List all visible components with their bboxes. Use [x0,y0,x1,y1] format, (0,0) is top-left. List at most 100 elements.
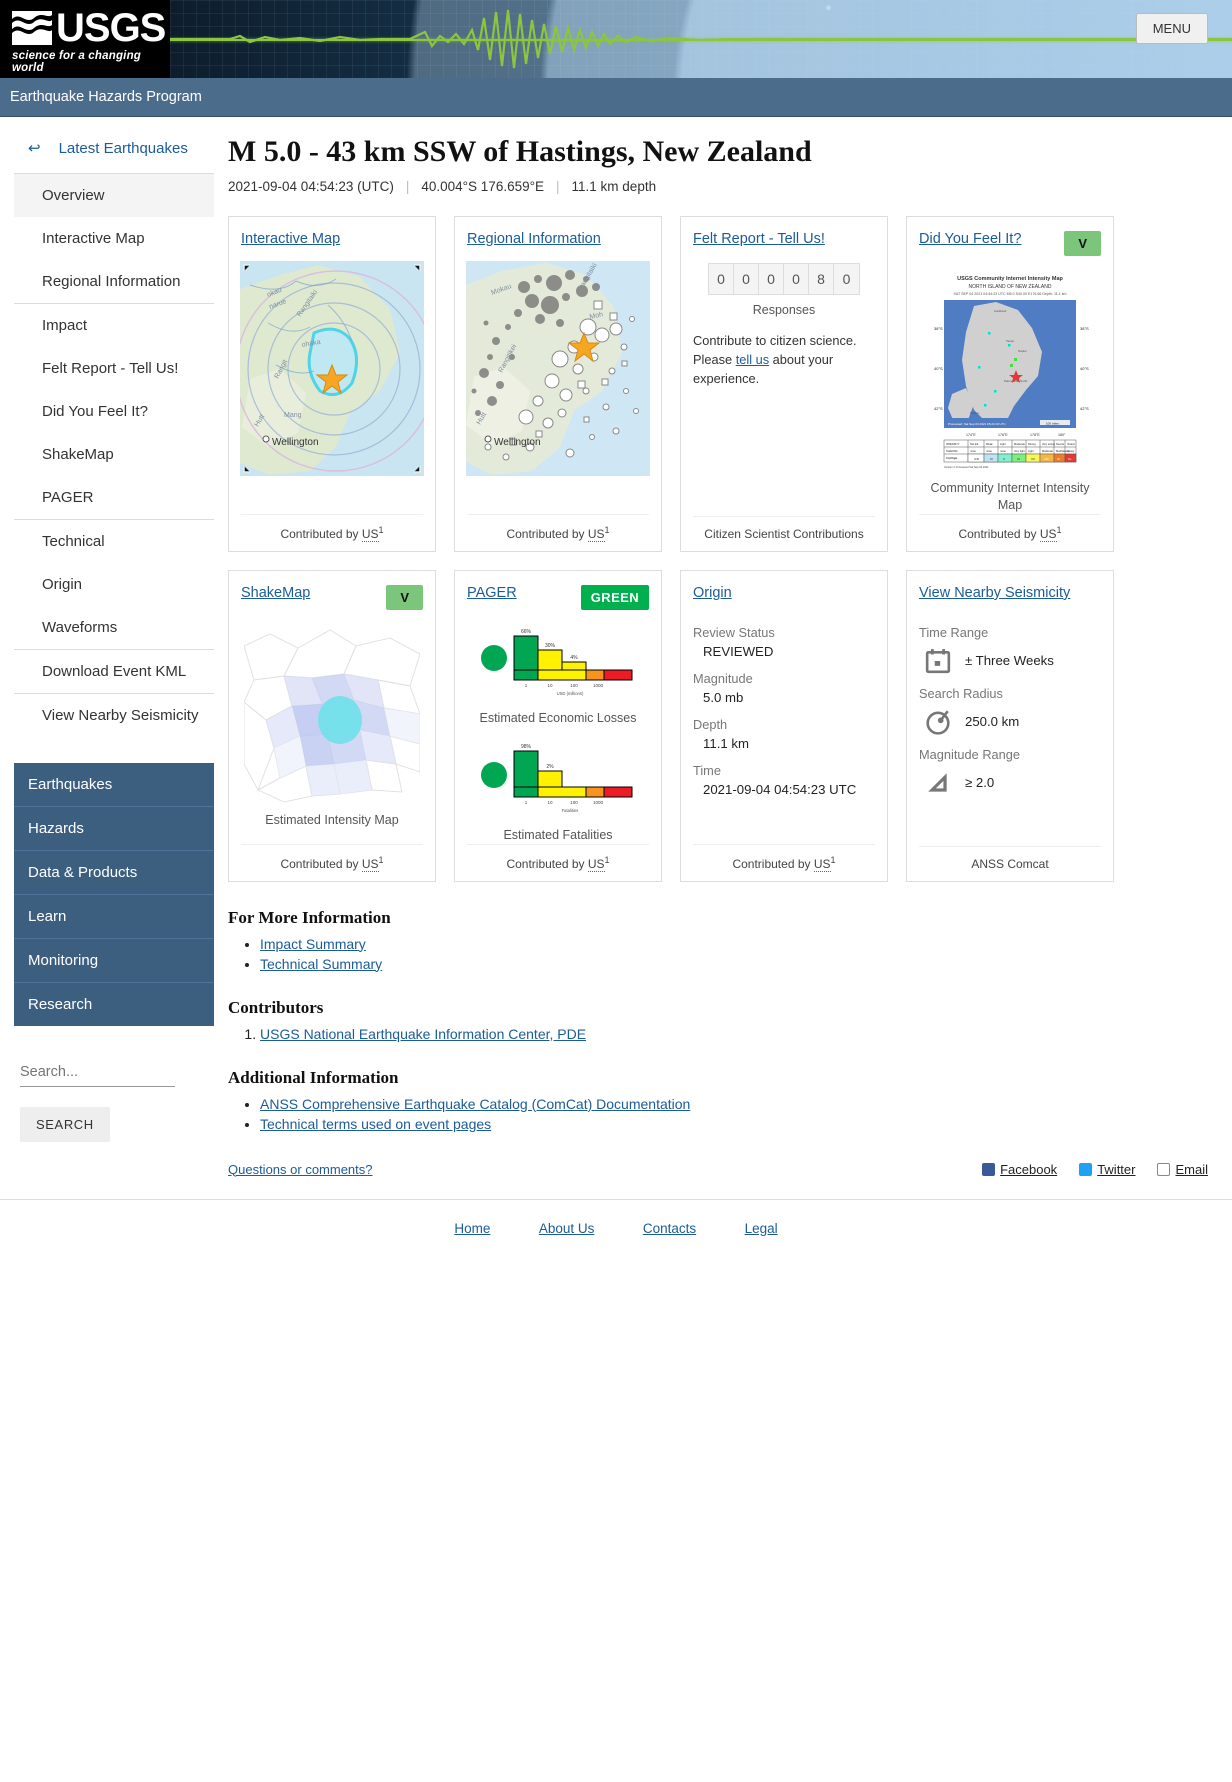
svg-text:98%: 98% [521,744,532,750]
footer-source[interactable]: US [588,857,605,872]
dyfi-map-thumbnail[interactable]: USGS Community Internet Intensity Map NO… [922,270,1098,470]
technical-terms-link[interactable]: Technical terms used on event pages [260,1116,491,1132]
sidebar-item-felt-report[interactable]: Felt Report - Tell Us! [14,347,214,390]
nav-earthquakes[interactable]: Earthquakes [14,763,214,807]
sidebar-item-interactive-map[interactable]: Interactive Map [14,217,214,260]
sidebar-item-did-you-feel-it[interactable]: Did You Feel It? [14,390,214,433]
svg-text:1000: 1000 [593,683,604,688]
sidebar-item-view-nearby-seismicity[interactable]: View Nearby Seismicity [14,694,214,737]
nav-hazards[interactable]: Hazards [14,807,214,851]
menu-button[interactable]: MENU [1136,13,1208,44]
tell-us-link[interactable]: tell us [736,352,769,367]
card-header: Felt Report - Tell Us! [693,231,875,247]
svg-text:100: 100 [570,683,578,688]
card-shakemap[interactable]: ShakeMap V [228,570,436,882]
nav-research[interactable]: Research [14,983,214,1026]
footer-source[interactable]: US [1040,527,1057,542]
more-info-heading: For More Information [228,908,1208,928]
svg-text:VII: VII [1031,457,1035,461]
svg-text:42°S: 42°S [1080,406,1089,411]
footer-source[interactable]: US [814,857,831,872]
card-footer: ANSS Comcat [919,846,1101,871]
card-regional-information[interactable]: Regional Information [454,216,662,552]
card-did-you-feel-it[interactable]: Did You Feel It? V USGS Community Intern… [906,216,1114,552]
svg-text:IV: IV [990,457,993,461]
svg-text:100: 100 [570,800,578,805]
footer-link-home[interactable]: Home [454,1221,490,1236]
sidebar-item-overview[interactable]: Overview [14,174,214,217]
svg-text:38°S: 38°S [1080,326,1089,331]
card-title-link[interactable]: PAGER [467,585,517,601]
card-title-link[interactable]: View Nearby Seismicity [919,585,1070,601]
footer-link-legal[interactable]: Legal [745,1221,778,1236]
footer-link-about-us[interactable]: About Us [539,1221,595,1236]
sidebar-item-pager[interactable]: PAGER [14,476,214,519]
regional-information-thumbnail[interactable]: Wellington Mokau angitaiki Moh Rangitike… [466,261,650,476]
search-button[interactable]: SEARCH [20,1107,110,1142]
card-title-link[interactable]: Did You Feel It? [919,231,1021,247]
twitter-link[interactable]: Twitter [1079,1162,1135,1177]
facebook-link[interactable]: Facebook [982,1162,1057,1177]
card-pager[interactable]: PAGER GREEN 66% 30% 4% [454,570,662,882]
card-title-link[interactable]: ShakeMap [241,585,310,601]
card-title-link[interactable]: Felt Report - Tell Us! [693,231,825,247]
search-input[interactable] [20,1060,175,1087]
sidebar-item-download-event-kml[interactable]: Download Event KML [14,650,214,693]
footer-source[interactable]: US [362,527,379,542]
sidebar-item-technical[interactable]: Technical [14,520,214,563]
pager-economic-caption: Estimated Economic Losses [479,710,636,727]
questions-row: Questions or comments? Facebook Twitter … [228,1162,1208,1191]
technical-summary-link[interactable]: Technical Summary [260,956,382,972]
footer-link-contacts[interactable]: Contacts [643,1221,696,1236]
sidebar-item-regional-information[interactable]: Regional Information [14,260,214,303]
felt-report-text: Contribute to citizen science. Please te… [693,331,875,389]
svg-text:42°S: 42°S [934,406,943,411]
interactive-map-thumbnail[interactable]: Wellington okau narue Rangitaiki ohaka R… [240,261,424,476]
email-link[interactable]: Email [1157,1162,1208,1177]
sidebar-nav: Overview Interactive Map Regional Inform… [14,173,214,737]
counter-digit: 0 [784,264,809,294]
sidebar-item-impact[interactable]: Impact [14,304,214,347]
svg-text:II-III: II-III [974,457,979,461]
svg-text:Moderate: Moderate [1014,442,1026,446]
meta-divider-2: | [556,179,560,194]
footer-source[interactable]: US [362,857,379,872]
card-felt-report[interactable]: Felt Report - Tell Us! 0 0 0 0 8 0 Respo… [680,216,888,552]
list-item: Impact Summary [260,936,1208,952]
card-footer: Contributed by US1 [693,844,875,871]
sidebar-item-waveforms[interactable]: Waveforms [14,606,214,649]
list-item: USGS National Earthquake Information Cen… [260,1026,1208,1042]
card-title-link[interactable]: Regional Information [467,231,601,247]
usgs-mark-svg [12,11,52,45]
nav-learn[interactable]: Learn [14,895,214,939]
sidebar-item-shakemap[interactable]: ShakeMap [14,433,214,476]
nav-data-products[interactable]: Data & Products [14,851,214,895]
card-view-nearby-seismicity[interactable]: View Nearby Seismicity Time Range [906,570,1114,882]
counter-digit: 0 [709,264,734,294]
sidebar-item-origin[interactable]: Origin [14,563,214,606]
nav-monitoring[interactable]: Monitoring [14,939,214,983]
card-interactive-map[interactable]: Interactive Map [228,216,436,552]
card-title-link[interactable]: Interactive Map [241,231,340,247]
footnote-marker: 1 [831,855,836,865]
card-title-link[interactable]: Origin [693,585,732,601]
card-body: Wellington okau narue Rangitaiki ohaka R… [241,247,423,514]
footer-prefix: Contributed by [280,527,358,541]
card-header: Origin [693,585,875,601]
back-to-latest-earthquakes[interactable]: ↩ Latest Earthquakes [0,133,228,173]
card-footer: Contributed by US1 [241,844,423,871]
impact-summary-link[interactable]: Impact Summary [260,936,366,952]
svg-text:Severe: Severe [1056,442,1065,446]
comcat-documentation-link[interactable]: ANSS Comprehensive Earthquake Catalog (C… [260,1096,690,1112]
footer-source[interactable]: US [588,527,605,542]
contributor-link[interactable]: USGS National Earthquake Information Cen… [260,1026,586,1042]
questions-or-comments-link[interactable]: Questions or comments? [228,1162,373,1177]
seismogram-waveform [170,6,1232,72]
shakemap-intensity-thumbnail[interactable] [244,624,420,802]
usgs-logo[interactable]: USGS science for a changing world [0,0,170,78]
main-content: M 5.0 - 43 km SSW of Hastings, New Zeala… [228,117,1232,1191]
svg-text:Moderate: Moderate [1042,449,1054,453]
magnitude-icon [925,770,951,796]
card-origin[interactable]: Origin Review Status REVIEWED Magnitude … [680,570,888,882]
card-footer: Citizen Scientist Contributions [693,516,875,541]
